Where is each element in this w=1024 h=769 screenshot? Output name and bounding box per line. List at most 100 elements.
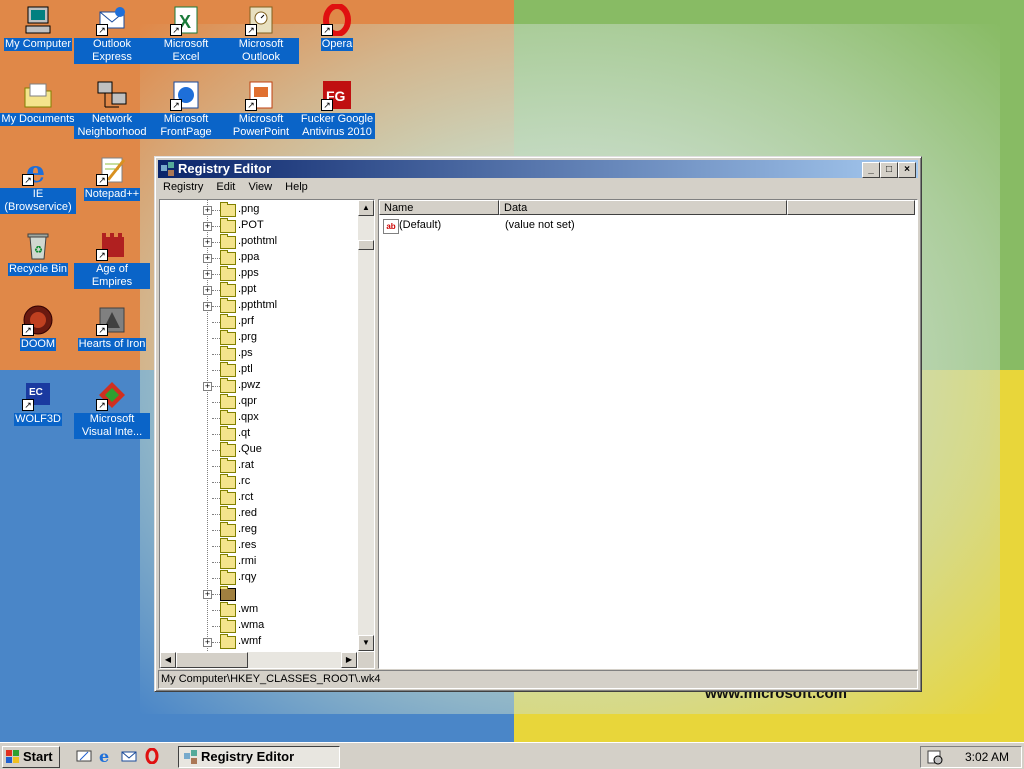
tree-key[interactable]: .red <box>160 506 357 522</box>
tree-key-label: .rc <box>238 475 251 487</box>
tree-key[interactable]: + .ppt <box>160 282 357 298</box>
column-header-name[interactable]: Name <box>379 200 499 215</box>
tree-key[interactable]: .qt <box>160 426 357 442</box>
tree-key[interactable]: .res <box>160 538 357 554</box>
tree-key[interactable]: .rmi <box>160 554 357 570</box>
tree-key[interactable]: .rat <box>160 458 357 474</box>
tree-key[interactable]: + .ppa <box>160 250 357 266</box>
key-tree-pane[interactable]: + .png + .POT + .pothtml + .ppa + .pps + .ppt + .ppth… <box>159 199 375 669</box>
tree-horizontal-scrollbar[interactable]: ◀ ▶ <box>160 652 357 668</box>
registry-editor-window[interactable]: Registry Editor _ □ × Registry Edit View… <box>154 156 922 692</box>
tree-key[interactable]: .ptl <box>160 362 357 378</box>
desktop-icon-age-of-empires[interactable]: ↗ Age of Empires <box>74 227 150 289</box>
opera-quicklaunch-icon[interactable] <box>144 748 160 764</box>
tree-key[interactable]: + .pps <box>160 266 357 282</box>
expand-icon[interactable]: + <box>203 382 212 391</box>
title-bar[interactable]: Registry Editor _ □ × <box>158 160 918 178</box>
scroll-thumb[interactable] <box>358 240 374 250</box>
expand-icon[interactable]: + <box>203 638 212 647</box>
visual-interdev-icon: ↗ <box>96 379 128 411</box>
tree-key[interactable]: + .ppthtml <box>160 298 357 314</box>
tree-key[interactable]: .wm <box>160 602 357 618</box>
scroll-right-button[interactable]: ▶ <box>341 652 357 668</box>
internet-explorer-quicklaunch-icon[interactable]: e <box>98 748 114 764</box>
minimize-button[interactable]: _ <box>862 162 880 178</box>
scroll-down-button[interactable]: ▼ <box>358 635 374 651</box>
tree-key[interactable]: .reg <box>160 522 357 538</box>
tree-key[interactable]: .prg <box>160 330 357 346</box>
tree-key[interactable]: .prf <box>160 314 357 330</box>
desktop-icon-notepadpp[interactable]: ↗ Notepad++ <box>74 152 150 201</box>
desktop-icon-frontpage[interactable]: ↗ Microsoft FrontPage <box>148 77 224 139</box>
menu-registry[interactable]: Registry <box>158 179 208 195</box>
start-button[interactable]: Start <box>2 746 60 768</box>
show-desktop-icon[interactable] <box>76 748 92 764</box>
desktop-icon-visual-interdev[interactable]: ↗ Microsoft Visual Inte... <box>74 377 150 439</box>
expand-icon[interactable]: + <box>203 238 212 247</box>
desktop-icon-wolf3d[interactable]: EC ↗ WOLF3D <box>0 377 76 426</box>
tree-connector-line <box>212 578 220 579</box>
desktop-icon-antivirus[interactable]: FG ↗ Fucker Google Antivirus 2010 <box>299 77 375 139</box>
desktop-icon-doom[interactable]: ↗ DOOM <box>0 302 76 351</box>
tree-key[interactable]: .wma <box>160 618 357 634</box>
menu-view[interactable]: View <box>243 179 277 195</box>
expand-icon[interactable]: + <box>203 254 212 263</box>
menu-edit[interactable]: Edit <box>211 179 240 195</box>
desktop-icon-excel[interactable]: X ↗ Microsoft Excel <box>148 2 224 64</box>
tree-key[interactable]: .rc <box>160 474 357 490</box>
desktop-icon-opera[interactable]: ↗ Opera <box>299 2 375 51</box>
shortcut-arrow-icon: ↗ <box>96 174 108 186</box>
expand-icon[interactable]: + <box>203 206 212 215</box>
expand-icon[interactable]: + <box>203 222 212 231</box>
folder-icon <box>220 570 236 585</box>
desktop-icon-ie[interactable]: e ↗ IE (Browservice) <box>0 152 76 214</box>
tree-key[interactable]: .qpr <box>160 394 357 410</box>
desktop-icon-network-neighborhood[interactable]: Network Neighborhood <box>74 77 150 139</box>
desktop-icon-outlook-express[interactable]: ↗ Outlook Express <box>74 2 150 64</box>
tree-key-label: .prg <box>238 331 257 343</box>
tree-key[interactable]: + .pwz <box>160 378 357 394</box>
desktop-icon-outlook[interactable]: ↗ Microsoft Outlook <box>223 2 299 64</box>
desktop-icon-my-computer[interactable]: My Computer <box>0 2 76 51</box>
tree-key[interactable]: .qpx <box>160 410 357 426</box>
tree-key[interactable]: .rqy <box>160 570 357 586</box>
desktop-icon-hearts-of-iron[interactable]: ↗ Hearts of Iron <box>74 302 150 351</box>
tree-key[interactable]: .rct <box>160 490 357 506</box>
desktop-icon-label: Notepad++ <box>83 188 141 201</box>
outlook-express-quicklaunch-icon[interactable] <box>121 748 137 764</box>
folder-icon <box>220 554 236 569</box>
values-list-pane[interactable]: Name Data ab (Default) (value not set) <box>378 199 918 669</box>
close-button[interactable]: × <box>898 162 916 178</box>
menu-help[interactable]: Help <box>280 179 313 195</box>
expand-icon[interactable]: + <box>203 270 212 279</box>
taskbar-button-registry-editor[interactable]: Registry Editor <box>178 746 340 768</box>
value-row[interactable]: ab (Default) (value not set) <box>381 218 911 234</box>
expand-icon[interactable]: + <box>203 302 212 311</box>
scroll-up-button[interactable]: ▲ <box>358 200 374 216</box>
tree-key[interactable]: + .wmf <box>160 634 357 650</box>
desktop-icon-my-documents[interactable]: My Documents <box>0 77 76 126</box>
column-header-filler <box>787 200 915 215</box>
expand-icon[interactable]: + <box>203 286 212 295</box>
tree-key-label: .rct <box>238 491 254 503</box>
expand-icon[interactable]: + <box>203 590 212 599</box>
desktop-icon-recycle-bin[interactable]: ♻ Recycle Bin <box>0 227 76 276</box>
tree-key[interactable]: + .png <box>160 202 357 218</box>
scroll-left-button[interactable]: ◀ <box>160 652 176 668</box>
string-value-icon: ab <box>383 219 399 234</box>
tree-key[interactable]: + .POT <box>160 218 357 234</box>
clock[interactable]: 3:02 AM <box>965 750 1009 764</box>
shortcut-arrow-icon: ↗ <box>96 249 108 261</box>
maximize-button[interactable]: □ <box>880 162 898 178</box>
column-header-data[interactable]: Data <box>499 200 787 215</box>
tray-scheduler-icon[interactable] <box>927 749 943 765</box>
key-tree[interactable]: + .png + .POT + .pothtml + .ppa + .pps + .ppt + .ppth… <box>160 200 357 651</box>
desktop-icon-powerpoint[interactable]: ↗ Microsoft PowerPoint <box>223 77 299 139</box>
tree-vertical-scrollbar[interactable]: ▲ ▼ <box>358 200 374 651</box>
tree-key[interactable]: .ps <box>160 346 357 362</box>
scroll-thumb[interactable] <box>176 652 248 668</box>
svg-text:♻: ♻ <box>34 245 43 256</box>
tree-key[interactable]: + <box>160 586 357 602</box>
tree-key[interactable]: .Que <box>160 442 357 458</box>
tree-key[interactable]: + .pothtml <box>160 234 357 250</box>
